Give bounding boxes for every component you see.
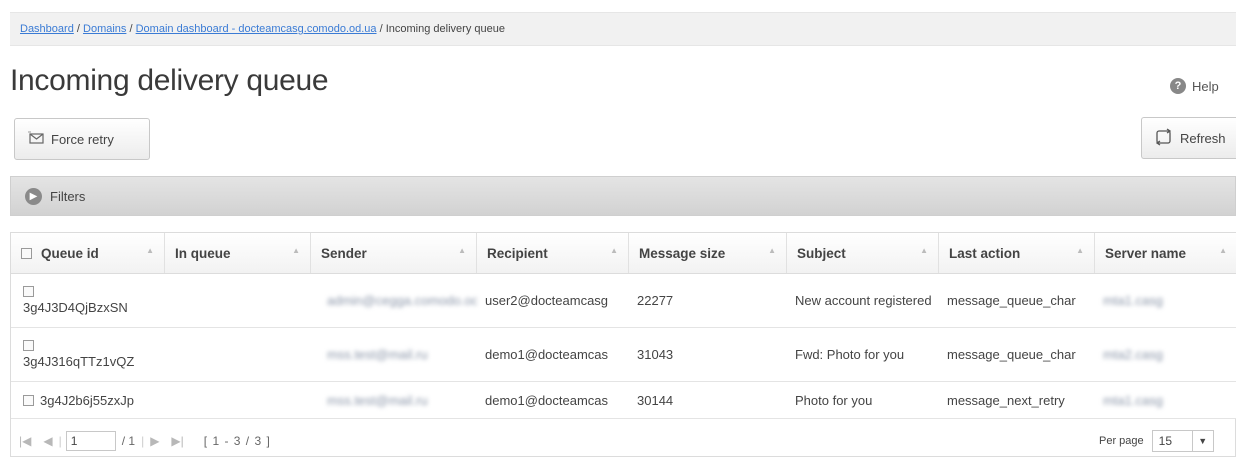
last-page-icon[interactable]: ▶|: [171, 434, 183, 448]
sort-icon: ▲: [146, 246, 154, 255]
force-retry-label: Force retry: [51, 131, 114, 147]
in-queue-cell: [165, 328, 311, 381]
column-header-queue-id[interactable]: Queue id ▲: [11, 233, 165, 273]
page-title: Incoming delivery queue: [10, 64, 329, 97]
column-header-subject[interactable]: Subject ▲: [787, 233, 939, 273]
sort-icon: ▲: [920, 246, 928, 255]
sort-icon: ▲: [292, 246, 300, 255]
per-page-control: Per page 15 ▼: [1099, 430, 1214, 452]
queue-id: 3g4J316qTTz1vQZ: [23, 354, 135, 369]
sender-cell: mss.test@mail.ru: [327, 392, 428, 408]
breadcrumb-link-domains[interactable]: Domains: [83, 23, 126, 35]
breadcrumb: Dashboard / Domains / Domain dashboard -…: [10, 12, 1236, 46]
sort-icon: ▲: [458, 246, 466, 255]
in-queue-cell: [165, 274, 311, 327]
filters-label: Filters: [50, 188, 86, 204]
column-label: Queue id: [41, 245, 99, 261]
help-link[interactable]: ? Help: [1170, 78, 1219, 94]
table-row[interactable]: 3g4J2b6j55zxJp mss.test@mail.ru demo1@do…: [11, 382, 1236, 419]
column-label: Server name: [1105, 245, 1187, 261]
filters-toggle[interactable]: ▶ Filters: [10, 176, 1236, 216]
column-header-message-size[interactable]: Message size ▲: [629, 233, 787, 273]
breadcrumb-separator: /: [129, 23, 133, 35]
breadcrumb-link-dashboard[interactable]: Dashboard: [20, 23, 74, 35]
breadcrumb-separator: /: [76, 23, 80, 35]
table-header: Queue id ▲ In queue ▲ Sender ▲ Recipient…: [11, 233, 1236, 274]
column-header-sender[interactable]: Sender ▲: [311, 233, 477, 273]
total-pages: / 1: [121, 434, 136, 448]
last-action-cell: message_queue_char: [947, 347, 1076, 362]
column-label: Message size: [639, 245, 726, 261]
breadcrumb-current: Incoming delivery queue: [385, 23, 505, 35]
table-row[interactable]: 3g4J3D4QjBzxSN admin@cegga.comodo.od.ua …: [11, 274, 1236, 328]
subject-cell: New account registered: [795, 292, 932, 308]
row-checkbox[interactable]: [23, 394, 34, 406]
column-label: In queue: [175, 245, 231, 261]
refresh-button[interactable]: Refresh: [1141, 117, 1236, 159]
recipient-cell: demo1@docteamcas: [485, 347, 609, 362]
help-icon: ?: [1170, 78, 1186, 94]
last-action-cell: message_queue_char: [947, 293, 1076, 308]
row-checkbox[interactable]: [23, 340, 34, 351]
mail-retry-icon: [27, 131, 45, 148]
pager-divider: |: [141, 434, 145, 448]
chevron-right-icon: ▶: [25, 187, 42, 205]
pagination-bar: |◀ ◀ | / 1 | ▶ ▶| [ 1 - 3 / 3 ] Per page…: [11, 426, 1236, 456]
breadcrumb-separator: /: [379, 23, 383, 35]
message-size-cell: 30144: [637, 392, 674, 408]
sort-icon: ▲: [1076, 246, 1084, 255]
per-page-select[interactable]: 15 ▼: [1151, 430, 1214, 452]
queue-id: 3g4J2b6j55zxJp: [40, 392, 134, 408]
column-header-server-name[interactable]: Server name ▲: [1095, 233, 1236, 273]
queue-table: Queue id ▲ In queue ▲ Sender ▲ Recipient…: [10, 232, 1236, 457]
column-label: Recipient: [487, 245, 548, 261]
sort-icon: ▲: [610, 246, 618, 255]
table-row[interactable]: 3g4J316qTTz1vQZ mss.test@mail.ru demo1@d…: [11, 328, 1236, 382]
subject-cell: Fwd: Photo for you: [795, 347, 905, 362]
queue-id-cell: 3g4J316qTTz1vQZ: [15, 328, 165, 381]
pager-divider: |: [58, 434, 62, 448]
sender-cell: mss.test@mail.ru: [327, 347, 428, 362]
per-page-label: Per page: [1099, 435, 1144, 447]
recipient-cell: user2@docteamcasg: [485, 293, 609, 308]
message-size-cell: 22277: [637, 293, 674, 308]
per-page-value: 15: [1158, 434, 1173, 448]
first-page-icon[interactable]: |◀: [19, 434, 31, 448]
previous-page-icon[interactable]: ◀: [43, 434, 52, 448]
row-checkbox[interactable]: [23, 286, 34, 297]
sort-icon: ▲: [768, 246, 776, 255]
column-header-recipient[interactable]: Recipient ▲: [477, 233, 629, 273]
in-queue-cell: [165, 382, 311, 418]
force-retry-button[interactable]: Force retry: [14, 118, 150, 160]
recipient-cell: demo1@docteamcas: [485, 392, 609, 408]
select-all-checkbox[interactable]: [21, 247, 32, 259]
last-action-cell: message_next_retry: [947, 392, 1065, 408]
queue-id: 3g4J3D4QjBzxSN: [23, 300, 128, 315]
record-range: [ 1 - 3 / 3 ]: [203, 434, 271, 448]
column-label: Last action: [949, 245, 1021, 261]
chevron-down-icon: ▼: [1191, 431, 1213, 451]
refresh-label: Refresh: [1180, 130, 1226, 146]
breadcrumb-link-domain-dashboard[interactable]: Domain dashboard - docteamcasg.comodo.od…: [136, 23, 377, 35]
column-header-last-action[interactable]: Last action ▲: [939, 233, 1095, 273]
sort-icon: ▲: [1219, 246, 1227, 255]
queue-id-cell: 3g4J2b6j55zxJp: [15, 382, 165, 418]
queue-id-cell: 3g4J3D4QjBzxSN: [15, 274, 165, 327]
server-name-cell: mta1.casg: [1103, 293, 1163, 308]
column-header-in-queue[interactable]: In queue ▲: [165, 233, 311, 273]
server-name-cell: mta2.casg: [1103, 347, 1163, 362]
refresh-icon: [1154, 127, 1174, 149]
subject-cell: Photo for you: [795, 392, 873, 408]
column-label: Sender: [321, 245, 367, 261]
server-name-cell: mta1.casg: [1103, 392, 1163, 408]
sender-cell: admin@cegga.comodo.od.ua: [327, 293, 477, 308]
page-number-input[interactable]: [65, 431, 116, 451]
message-size-cell: 31043: [637, 347, 674, 362]
column-label: Subject: [797, 245, 846, 261]
next-page-icon[interactable]: ▶: [150, 434, 159, 448]
help-label: Help: [1192, 78, 1219, 94]
